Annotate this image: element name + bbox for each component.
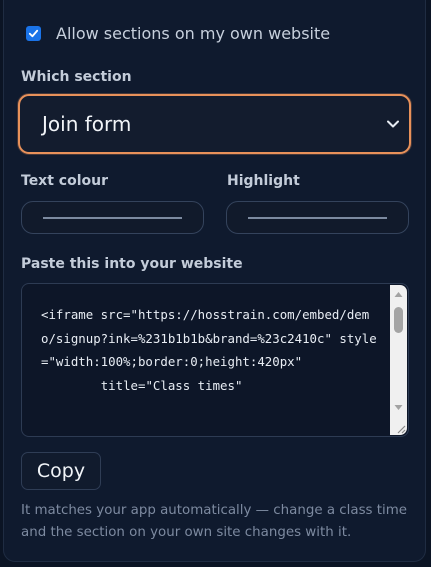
highlight-colour-swatch — [248, 217, 387, 219]
resize-handle-icon[interactable] — [396, 424, 406, 434]
text-colour-input[interactable] — [21, 201, 204, 234]
checkmark-icon — [28, 29, 39, 38]
embed-code-label: Paste this into your website — [21, 256, 243, 272]
hint-text: It matches your app automatically — chan… — [21, 503, 408, 540]
embed-code-text: <iframe src="https://hosstrain.com/embed… — [41, 307, 377, 393]
text-colour-label: Text colour — [21, 173, 108, 189]
embed-code-textarea[interactable]: <iframe src="https://hosstrain.com/embed… — [21, 283, 409, 437]
highlight-label: Highlight — [227, 173, 300, 189]
scroll-down-icon[interactable] — [394, 404, 403, 411]
text-colour-swatch — [43, 217, 182, 219]
allow-sections-row[interactable]: Allow sections on my own website — [26, 24, 330, 43]
section-select[interactable]: Join form — [18, 94, 411, 154]
scroll-thumb[interactable] — [394, 307, 403, 333]
scroll-up-icon[interactable] — [394, 291, 403, 298]
section-label: Which section — [21, 69, 132, 85]
code-scrollbar[interactable] — [390, 285, 407, 435]
highlight-colour-input[interactable] — [226, 201, 409, 234]
allow-sections-checkbox[interactable] — [26, 26, 41, 41]
section-select-value: Join form — [42, 112, 132, 136]
chevron-down-icon — [387, 120, 399, 128]
copy-button[interactable]: Copy — [21, 452, 101, 490]
allow-sections-label: Allow sections on my own website — [56, 24, 331, 43]
